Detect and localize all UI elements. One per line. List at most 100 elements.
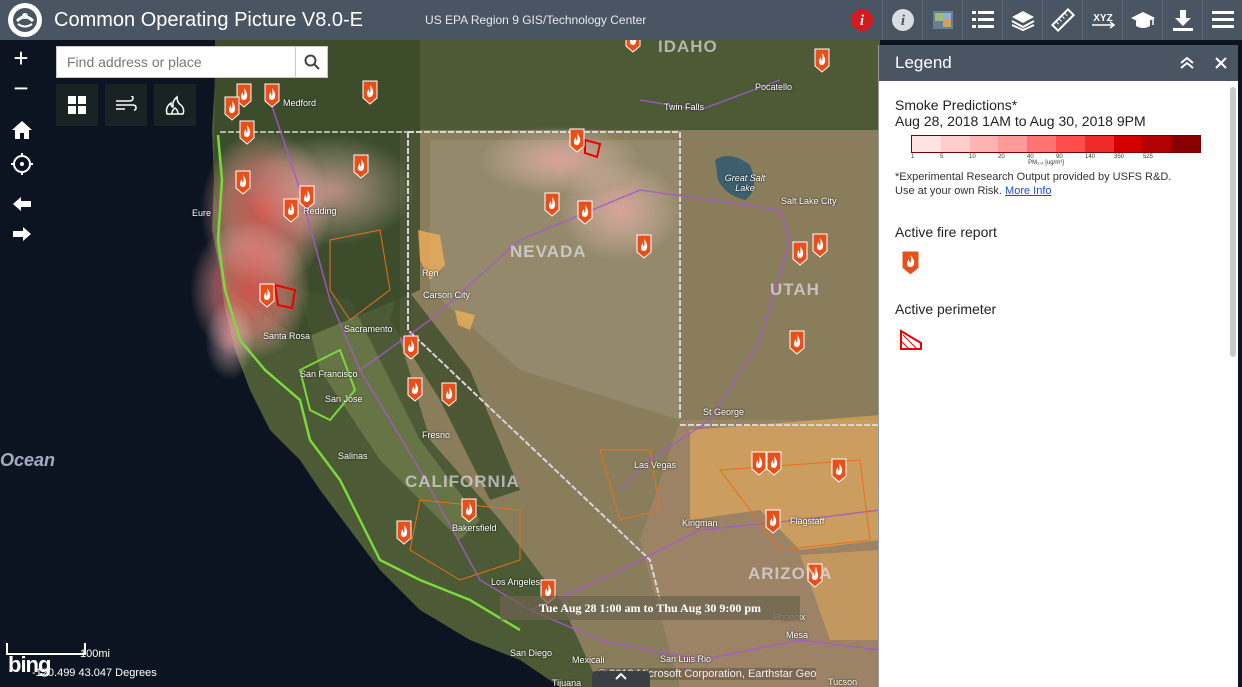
label-mesa: Mesa bbox=[786, 630, 809, 640]
app-header: Common Operating Picture V8.0-E US EPA R… bbox=[0, 0, 1242, 40]
smoke-color-scale: 1 5 10 20 40 90 140 350 525 PM₂.₅ [ug/m³] bbox=[911, 135, 1201, 166]
search-button[interactable] bbox=[295, 47, 327, 77]
label-carson-city: Carson City bbox=[423, 290, 471, 300]
smoke-scale-tick-pad bbox=[1172, 154, 1201, 160]
label-eureka: Eure bbox=[192, 208, 212, 218]
smoke-color-swatch bbox=[1055, 136, 1085, 152]
label-san-francisco: San Francisco bbox=[300, 369, 358, 379]
label-san-diego: San Diego bbox=[510, 648, 553, 658]
download-icon[interactable] bbox=[1162, 0, 1202, 40]
legend-title: Legend bbox=[895, 53, 952, 72]
smoke-scale-tick: 20 bbox=[998, 154, 1005, 160]
smoke-color-bar bbox=[911, 135, 1201, 153]
search-input[interactable] bbox=[57, 47, 295, 77]
smoke-scale-tick: 525 bbox=[1143, 154, 1154, 160]
label-tijuana: Tijuana bbox=[552, 678, 582, 687]
app-subtitle: US EPA Region 9 GIS/Technology Center bbox=[425, 13, 647, 27]
smoke-layer-title: Smoke Predictions* bbox=[895, 97, 1018, 113]
wind-widget-button[interactable] bbox=[105, 84, 147, 126]
header-toolbar: i i XYZ bbox=[842, 0, 1242, 40]
basemap-icon[interactable] bbox=[922, 0, 962, 40]
label-nevada: NEVADA bbox=[510, 242, 587, 261]
bottom-panel-toggle[interactable] bbox=[592, 671, 650, 687]
ruler-icon[interactable] bbox=[1042, 0, 1082, 40]
legend-scrollbar[interactable] bbox=[1230, 87, 1236, 357]
grid-icon bbox=[68, 96, 86, 114]
perimeter-layer-title: Active perimeter bbox=[895, 301, 997, 317]
xyz-icon[interactable]: XYZ bbox=[1082, 0, 1122, 40]
smoke-note-line2: Use at your own Risk. bbox=[895, 185, 1002, 197]
label-salt-lake-city: Salt Lake City bbox=[781, 196, 837, 206]
fire-legend-symbol bbox=[901, 250, 1222, 281]
label-mexicali: Mexicali bbox=[572, 655, 605, 665]
label-ocean: Ocean bbox=[0, 450, 56, 470]
scale-label: 100mi bbox=[80, 648, 110, 660]
chevron-up-icon bbox=[615, 672, 627, 680]
fire-marker-icon bbox=[901, 250, 920, 276]
smoke-note: *Experimental Research Output provided b… bbox=[895, 170, 1222, 198]
time-extent-banner: Tue Aug 28 1:00 am to Thu Aug 30 9:00 pm bbox=[500, 596, 800, 620]
label-santa-rosa: Santa Rosa bbox=[263, 331, 311, 341]
label-sacramento: Sacramento bbox=[344, 324, 393, 334]
epa-logo bbox=[8, 3, 42, 37]
smoke-color-swatch bbox=[1171, 136, 1200, 152]
legend-panel: Legend Smoke Predictions* Aug 28, 2018 1… bbox=[878, 45, 1238, 687]
label-san-luis-rio: San Luis Rio bbox=[660, 654, 712, 664]
label-salinas: Salinas bbox=[338, 451, 368, 461]
smoke-note-line1: *Experimental Research Output provided b… bbox=[895, 171, 1172, 183]
next-extent-icon[interactable] bbox=[8, 220, 36, 248]
smoke-color-swatch bbox=[1027, 136, 1056, 152]
smoke-scale-tick: 140 bbox=[1085, 154, 1096, 160]
fire-smoke-icon bbox=[165, 95, 185, 115]
locate-icon[interactable] bbox=[8, 150, 36, 178]
grid-widget-button[interactable] bbox=[56, 84, 98, 126]
app-title: Common Operating Picture V8.0-E bbox=[54, 8, 364, 31]
label-fresno: Fresno bbox=[422, 430, 451, 440]
label-kingman: Kingman bbox=[682, 518, 718, 528]
legend-body: Smoke Predictions* Aug 28, 2018 1AM to A… bbox=[879, 81, 1238, 356]
layers-icon[interactable] bbox=[1002, 0, 1042, 40]
more-info-link[interactable]: More Info bbox=[1005, 185, 1051, 197]
menu-icon[interactable] bbox=[1202, 0, 1242, 40]
previous-extent-icon[interactable] bbox=[8, 190, 36, 218]
smoke-color-swatch bbox=[1142, 136, 1172, 152]
label-las-vegas: Las Vegas bbox=[634, 460, 677, 470]
perimeter-icon bbox=[900, 329, 922, 350]
smoke-color-swatch bbox=[1084, 136, 1114, 152]
label-medford: Medford bbox=[283, 98, 317, 108]
home-icon[interactable] bbox=[8, 116, 36, 144]
smoke-widget-button[interactable] bbox=[154, 84, 196, 126]
smoke-scale-tick: 350 bbox=[1114, 154, 1125, 160]
label-tucson: Tucson bbox=[828, 677, 858, 687]
label-arizona: ARIZONA bbox=[748, 564, 833, 583]
list-icon[interactable] bbox=[962, 0, 1002, 40]
label-twin-falls: Twin Falls bbox=[664, 102, 705, 112]
coordinates-readout: -120.499 43.047 Degrees bbox=[32, 667, 157, 679]
legend-close-button[interactable] bbox=[1204, 45, 1238, 81]
smoke-layer-dates: Aug 28, 2018 1AM to Aug 30, 2018 9PM bbox=[895, 113, 1146, 129]
double-chevron-up-icon bbox=[1180, 56, 1194, 69]
perimeter-legend-symbol bbox=[899, 329, 1222, 356]
wind-icon bbox=[116, 96, 137, 111]
label-utah: UTAH bbox=[770, 280, 820, 299]
label-san-jose: San Jose bbox=[325, 394, 363, 404]
smoke-scale-tick: 1 bbox=[911, 154, 915, 160]
label-idaho: IDAHO bbox=[658, 40, 718, 56]
label-pocatello: Pocatello bbox=[755, 82, 793, 92]
info-red-icon[interactable]: i bbox=[842, 0, 882, 40]
close-icon bbox=[1215, 57, 1227, 69]
zoom-out-button[interactable]: − bbox=[6, 74, 36, 104]
graduation-cap-icon[interactable] bbox=[1122, 0, 1162, 40]
smoke-color-swatch bbox=[998, 136, 1028, 152]
smoke-scale-tick: 10 bbox=[969, 154, 976, 160]
label-st-george: St George bbox=[703, 407, 745, 417]
legend-collapse-button[interactable] bbox=[1170, 45, 1204, 81]
app-root: Common Operating Picture V8.0-E US EPA R… bbox=[0, 0, 1242, 687]
info-icon[interactable]: i bbox=[882, 0, 922, 40]
fire-layer-title: Active fire report bbox=[895, 224, 997, 240]
smoke-scale-unit: PM₂.₅ [ug/m³] bbox=[1028, 160, 1064, 166]
search-icon bbox=[304, 54, 320, 70]
search-widget bbox=[56, 46, 328, 78]
zoom-in-button[interactable]: + bbox=[6, 44, 36, 74]
label-bakersfield: Bakersfield bbox=[452, 523, 497, 533]
